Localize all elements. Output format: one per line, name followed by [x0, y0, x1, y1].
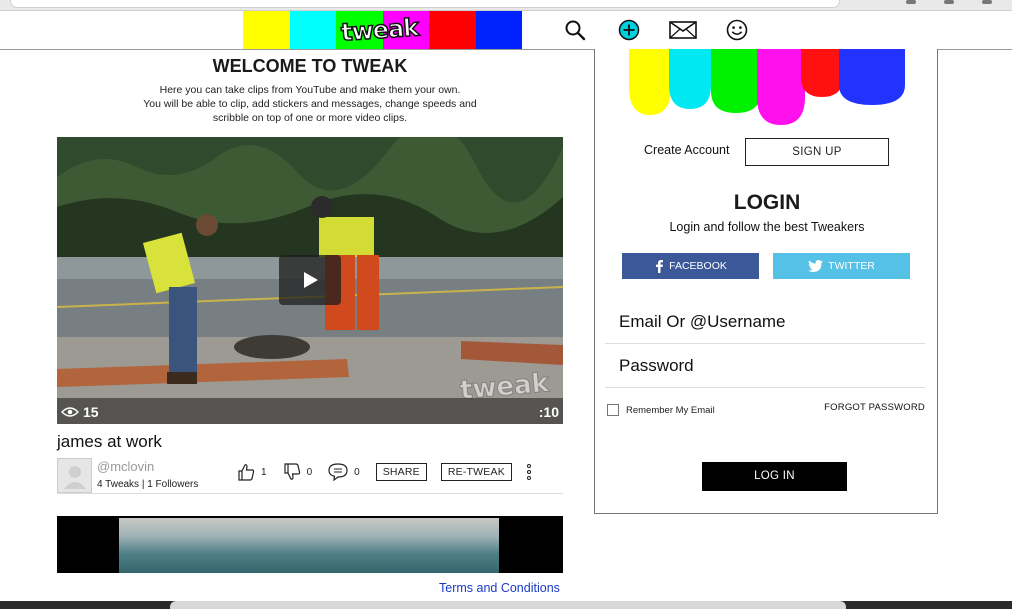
username-link[interactable]: @mclovin [97, 459, 154, 474]
color-drips-graphic [629, 49, 905, 125]
signup-button[interactable]: SIGN UP [745, 138, 889, 166]
video-controls-bar [57, 398, 563, 424]
twitter-bird-icon [808, 260, 824, 272]
facebook-login-button[interactable]: FACEBOOK [622, 253, 759, 279]
login-panel: Create Account SIGN UP LOGIN Login and f… [594, 49, 938, 514]
retweak-button[interactable]: RE-TWEAK [440, 463, 512, 481]
login-title: LOGIN [733, 191, 801, 214]
thumbs-down-icon [283, 463, 300, 480]
remember-label: Remember My Email [626, 404, 715, 416]
welcome-line-1: Here you can take clips from YouTube and… [159, 84, 461, 96]
user-placeholder-icon [63, 465, 86, 489]
clip-meta-row: @mclovin 4 Tweaks | 1 Followers 1 0 0 SH… [57, 458, 563, 494]
email-field[interactable] [605, 300, 925, 344]
smiley-icon[interactable] [722, 17, 752, 43]
video-player[interactable]: tweak 15 :10 [57, 137, 563, 424]
play-icon [304, 272, 318, 288]
comment-count: 0 [354, 466, 360, 478]
welcome-line-2: You will be able to clip, add stickers a… [143, 98, 477, 110]
terms-link[interactable]: Terms and Conditions [439, 581, 560, 595]
twitter-login-button[interactable]: TWITTER [773, 253, 910, 279]
avatar[interactable] [57, 458, 92, 493]
search-icon[interactable] [560, 17, 590, 43]
dislike-button[interactable]: 0 [283, 463, 313, 481]
remember-checkbox[interactable] [607, 404, 619, 416]
video-player-2[interactable] [57, 516, 563, 573]
like-button[interactable]: 1 [237, 463, 267, 481]
browser-toolbar [0, 0, 1012, 11]
mail-icon[interactable] [668, 17, 698, 43]
video-thumbnail [119, 518, 499, 573]
comment-bubble-icon [328, 463, 348, 481]
clip-title[interactable]: james at work [57, 432, 162, 452]
share-button[interactable]: SHARE [375, 463, 427, 481]
tweak-logo[interactable]: tweak [340, 13, 420, 48]
header-nav [560, 17, 752, 43]
eye-icon [61, 407, 79, 417]
password-field[interactable] [605, 344, 925, 388]
browser-icons [906, 0, 992, 4]
login-subtitle: Login and follow the best Tweakers [669, 220, 865, 234]
welcome-title: WELCOME TO TWEAK [212, 56, 408, 76]
tweaks-count[interactable]: 4 Tweaks [97, 479, 139, 490]
more-options-icon[interactable] [526, 464, 532, 480]
login-button[interactable]: LOG IN [702, 462, 847, 491]
twitter-label: TWITTER [828, 260, 875, 272]
address-bar[interactable] [10, 0, 840, 8]
view-count: 15 [61, 404, 99, 420]
forgot-password-link[interactable]: FORGOT PASSWORD [824, 402, 925, 413]
remember-me[interactable]: Remember My Email [607, 404, 715, 416]
user-stats: 4 Tweaks | 1 Followers [97, 479, 199, 490]
play-button[interactable] [279, 255, 341, 305]
dislike-count: 0 [306, 466, 313, 478]
thumbs-up-icon [238, 464, 255, 481]
add-circle-icon[interactable] [614, 17, 644, 43]
video-duration: :10 [538, 404, 559, 420]
like-count: 1 [261, 466, 267, 478]
facebook-label: FACEBOOK [669, 260, 727, 272]
view-count-value: 15 [83, 404, 99, 420]
site-header: tweak [0, 11, 1012, 50]
followers-count[interactable]: 1 Followers [147, 479, 198, 490]
comment-button[interactable]: 0 [328, 463, 360, 481]
clip-actions: 1 0 0 SHARE RE-TWEAK [237, 463, 532, 481]
create-account-label: Create Account [644, 143, 730, 157]
bottom-bar [0, 601, 1012, 609]
welcome-section: WELCOME TO TWEAK Here you can take clips… [60, 56, 560, 125]
facebook-icon [656, 260, 664, 273]
welcome-line-3: scribble on top of one or more video cli… [212, 112, 408, 124]
